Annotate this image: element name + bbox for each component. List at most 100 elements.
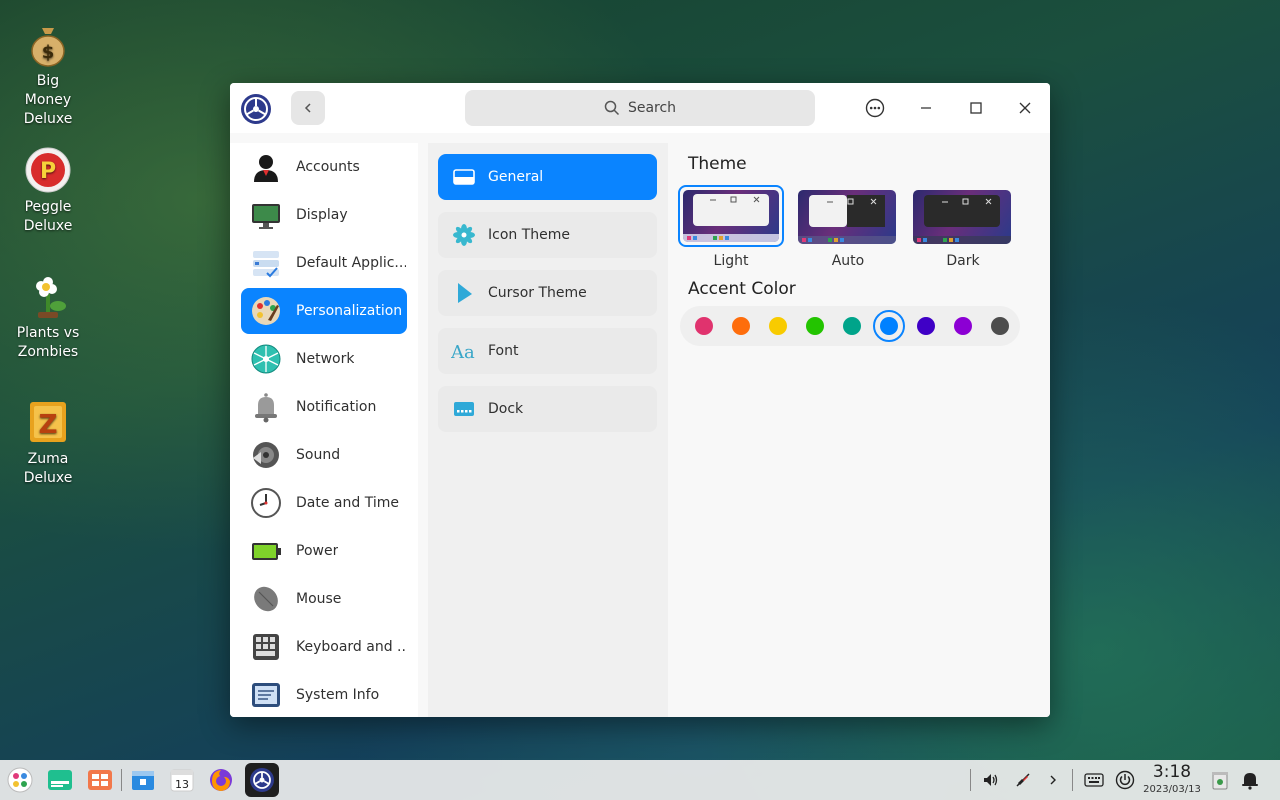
nav-item-keyboard[interactable]: Keyboard and ... [241,624,407,670]
network-disconnected-icon [1016,773,1030,787]
battery-icon [252,543,281,560]
minimize-icon [921,107,931,109]
theme-dark-preview [913,190,1011,244]
subnav-label: Icon Theme [488,227,571,243]
maximize-button[interactable] [963,95,989,121]
desktop-icon-zuma-deluxe[interactable]: Z Zuma Deluxe [8,398,88,488]
theme-option-dark[interactable] [908,185,1014,247]
close-button[interactable] [1012,95,1038,121]
more-icon [865,98,885,118]
minimize-button[interactable] [913,95,939,121]
taskbar-separator [970,769,971,791]
keyboard-icon [253,634,279,660]
app-store-button[interactable] [85,765,115,795]
search-placeholder: Search [627,100,677,116]
subnav-item-dock[interactable]: Dock [438,386,657,432]
nav-label: Power [296,543,339,559]
multitask-view-button[interactable] [45,765,75,795]
nav-item-display[interactable]: Display [241,192,407,238]
tray-expand-button[interactable] [1038,765,1068,795]
theme-option-light[interactable] [678,185,784,247]
search-input[interactable]: Search [465,90,815,126]
svg-text:P: P [40,159,56,184]
personalization-icon [252,297,280,325]
desktop-icon-label: Big Money Deluxe [23,73,73,127]
nav-label: Network [296,351,355,367]
subnav-item-font[interactable]: Aa Font [438,328,657,374]
desktop-icon-label: Peggle Deluxe [23,199,73,234]
nav-label: Notification [296,399,377,415]
clock-date[interactable]: 2023/03/13 [1137,784,1207,795]
back-button[interactable] [291,91,325,125]
desktop-icon-plants-vs-zombies[interactable]: Plants vs Zombies [8,272,88,362]
subnav-label: Dock [488,401,524,417]
nav-label: System Info [296,687,380,703]
nav-label: Keyboard and ... [296,639,406,655]
desktop-icon-big-money-deluxe[interactable]: $ Big Money Deluxe [8,20,88,129]
display-icon [252,204,280,229]
accent-color-swatch[interactable] [991,317,1009,335]
mouse-icon [254,586,278,612]
notification-center-button[interactable] [1235,765,1265,795]
taskbar: 13 3:18 2023/03/13 [0,760,1280,800]
clock-time[interactable]: 3:18 [1142,762,1202,782]
control-center-logo-icon [240,93,272,125]
nav-item-notification[interactable]: Notification [241,384,407,430]
desktop-icon-peggle-deluxe[interactable]: P Peggle Deluxe [8,146,88,236]
peggle-icon: P [24,146,72,194]
theme-option-auto[interactable] [793,185,899,247]
nav-item-date-and-time[interactable]: Date and Time [241,480,407,526]
nav-item-sound[interactable]: Sound [241,432,407,478]
calendar-button[interactable]: 13 [167,765,197,795]
onboard-keyboard-button[interactable] [1079,765,1109,795]
nav-item-default-applications[interactable]: Default Applic... [241,240,407,286]
font-icon: Aa [451,339,477,363]
nav-item-accounts[interactable]: Accounts [241,144,407,190]
nav-item-mouse[interactable]: Mouse [241,576,407,622]
accent-color-swatch[interactable] [954,317,972,335]
accent-color-swatch[interactable] [695,317,713,335]
nav-item-power[interactable]: Power [241,528,407,574]
control-center-taskbar-button[interactable] [245,763,279,797]
nav-label: Default Applic... [296,255,406,271]
trash-icon [1212,772,1228,790]
accent-color-swatch[interactable] [880,317,898,335]
volume-icon [984,774,998,786]
nav-item-network[interactable]: Network [241,336,407,382]
subnav-item-icon-theme[interactable]: Icon Theme [438,212,657,258]
accent-color-swatch[interactable] [732,317,750,335]
accent-color-swatch[interactable] [769,317,787,335]
firefox-button[interactable] [206,765,236,795]
subnav-item-general[interactable]: General [438,154,657,200]
maximize-icon [970,102,982,114]
power-button[interactable] [1110,765,1140,795]
subnav-item-cursor-theme[interactable]: Cursor Theme [438,270,657,316]
bell-icon [1242,773,1258,790]
accent-color-swatch[interactable] [806,317,824,335]
trash-button[interactable] [1205,765,1235,795]
file-manager-icon [132,771,154,790]
multitask-icon [48,770,72,790]
launcher-button[interactable] [5,765,35,795]
subnav-label: General [488,169,544,185]
nav-label: Mouse [296,591,342,607]
theme-light-preview [683,190,779,242]
file-manager-button[interactable] [128,765,158,795]
money-bag-icon: $ [24,20,72,68]
theme-label-auto: Auto [831,253,865,269]
nav-item-personalization[interactable]: Personalization [241,288,407,334]
icon-theme-icon [451,223,477,247]
nav-label: Sound [296,447,341,463]
more-options-button[interactable] [862,95,888,121]
accent-color-swatch[interactable] [917,317,935,335]
calendar-day: 13 [175,778,189,791]
network-status-button[interactable] [1008,765,1038,795]
cursor-icon [451,281,477,305]
launcher-icon [7,767,33,793]
volume-button[interactable] [976,765,1006,795]
nav-item-system-info[interactable]: System Info [241,672,407,717]
accent-color-section-title: Accent Color [688,279,796,299]
accent-color-swatch[interactable] [843,317,861,335]
default-apps-icon [253,251,279,278]
calendar-icon: 13 [170,769,194,792]
